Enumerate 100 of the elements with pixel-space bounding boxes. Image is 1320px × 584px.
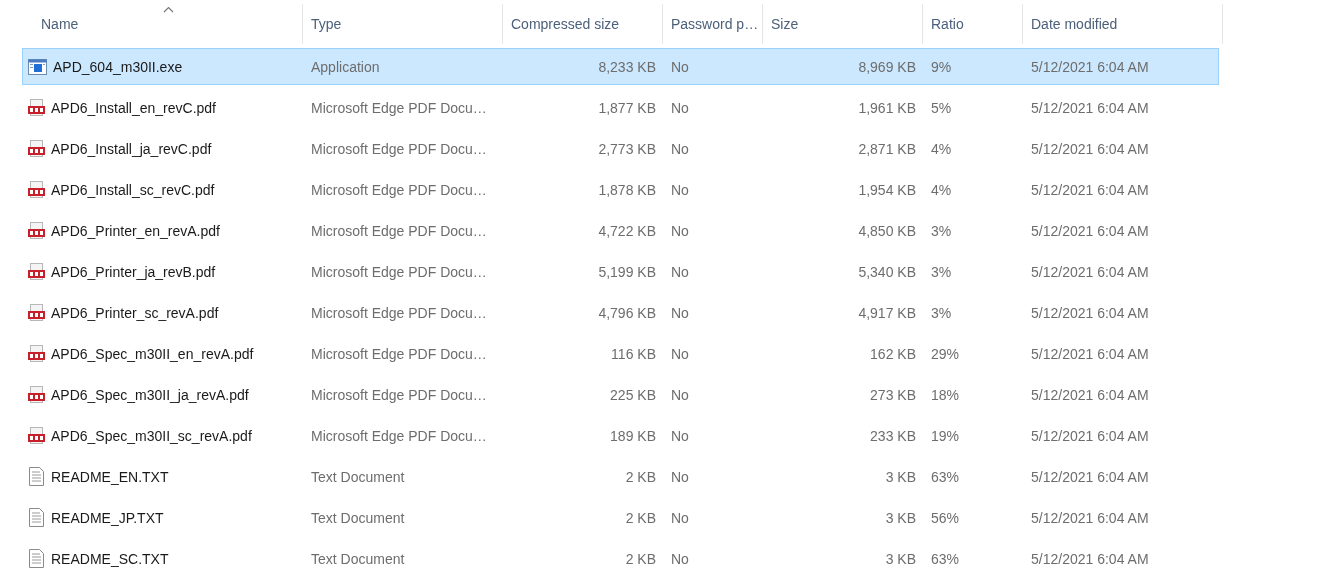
- file-type: Microsoft Edge PDF Docu…: [310, 427, 487, 444]
- file-name: APD6_Spec_m30II_sc_revA.pdf: [51, 427, 252, 444]
- file-type: Microsoft Edge PDF Docu…: [310, 181, 487, 198]
- file-row[interactable]: APD6_Spec_m30II_en_revA.pdf Microsoft Edge PDF Docu… 116 KB No 162 KB 29% 5/12/2021 6:04 AM: [22, 335, 1219, 372]
- file-row[interactable]: APD6_Install_sc_revC.pdf Microsoft Edge PDF Docu… 1,878 KB No 1,954 KB 4% 5/12/2021 6:04 AM: [22, 171, 1219, 208]
- file-name: APD6_Install_ja_revC.pdf: [51, 140, 212, 157]
- file-row[interactable]: README_EN.TXT Text Document 2 KB No 3 KB 63% 5/12/2021 6:04 AM: [22, 458, 1219, 495]
- file-size: 4,917 KB: [858, 304, 917, 321]
- file-row[interactable]: APD_604_m30II.exe Application 8,233 KB No 8,969 KB 9% 5/12/2021 6:04 AM: [22, 48, 1219, 85]
- file-name: APD6_Printer_en_revA.pdf: [51, 222, 220, 239]
- password-protected: No: [670, 58, 689, 75]
- text-file-icon: [28, 508, 45, 527]
- column-header[interactable]: Size: [763, 4, 923, 44]
- file-size: 273 KB: [870, 386, 917, 403]
- text-file-icon: [28, 467, 45, 486]
- file-size: 5,340 KB: [858, 263, 917, 280]
- text-file-icon: [28, 549, 45, 568]
- file-row[interactable]: README_JP.TXT Text Document 2 KB No 3 KB 56% 5/12/2021 6:04 AM: [22, 499, 1219, 536]
- column-header[interactable]: Password p…: [663, 4, 763, 44]
- date-modified: 5/12/2021 6:04 AM: [1030, 222, 1149, 239]
- application-icon: [28, 58, 47, 75]
- password-protected: No: [670, 263, 689, 280]
- file-size: 3 KB: [885, 550, 917, 567]
- file-name: README_EN.TXT: [51, 468, 169, 485]
- file-size: 233 KB: [870, 427, 917, 444]
- password-protected: No: [670, 304, 689, 321]
- compressed-size: 2 KB: [625, 550, 657, 567]
- date-modified: 5/12/2021 6:04 AM: [1030, 468, 1149, 485]
- file-row[interactable]: README_SC.TXT Text Document 2 KB No 3 KB 63% 5/12/2021 6:04 AM: [22, 540, 1219, 577]
- file-row[interactable]: APD6_Spec_m30II_ja_revA.pdf Microsoft Edge PDF Docu… 225 KB No 273 KB 18% 5/12/2021 6:04 AM: [22, 376, 1219, 413]
- date-modified: 5/12/2021 6:04 AM: [1030, 263, 1149, 280]
- file-type: Microsoft Edge PDF Docu…: [310, 386, 487, 403]
- column-header[interactable]: Compressed size: [503, 4, 663, 44]
- compression-ratio: 18%: [930, 386, 960, 403]
- compression-ratio: 3%: [930, 222, 952, 239]
- file-name: APD6_Install_sc_revC.pdf: [51, 181, 215, 198]
- file-type: Microsoft Edge PDF Docu…: [310, 99, 487, 116]
- date-modified: 5/12/2021 6:04 AM: [1030, 140, 1149, 157]
- password-protected: No: [670, 99, 689, 116]
- file-type: Microsoft Edge PDF Docu…: [310, 222, 487, 239]
- column-header[interactable]: Name: [0, 4, 303, 44]
- file-size: 3 KB: [885, 468, 917, 485]
- file-row[interactable]: APD6_Printer_ja_revB.pdf Microsoft Edge PDF Docu… 5,199 KB No 5,340 KB 3% 5/12/2021 6:04 AM: [22, 253, 1219, 290]
- file-type: Microsoft Edge PDF Docu…: [310, 345, 487, 362]
- date-modified: 5/12/2021 6:04 AM: [1030, 58, 1149, 75]
- file-type: Text Document: [310, 509, 405, 526]
- pdf-file-icon: [28, 426, 45, 445]
- column-header[interactable]: Type: [303, 4, 503, 44]
- file-size: 1,961 KB: [858, 99, 917, 116]
- pdf-file-icon: [28, 262, 45, 281]
- file-row[interactable]: APD6_Install_ja_revC.pdf Microsoft Edge PDF Docu… 2,773 KB No 2,871 KB 4% 5/12/2021 6:04 AM: [22, 130, 1219, 167]
- file-name: APD_604_m30II.exe: [53, 58, 183, 75]
- compressed-size: 1,878 KB: [598, 181, 657, 198]
- compression-ratio: 3%: [930, 304, 952, 321]
- password-protected: No: [670, 181, 689, 198]
- compression-ratio: 9%: [930, 58, 952, 75]
- compressed-size: 4,722 KB: [598, 222, 657, 239]
- password-protected: No: [670, 509, 689, 526]
- password-protected: No: [670, 386, 689, 403]
- file-size: 2,871 KB: [858, 140, 917, 157]
- file-size: 8,969 KB: [858, 58, 917, 75]
- file-row[interactable]: APD6_Spec_m30II_sc_revA.pdf Microsoft Edge PDF Docu… 189 KB No 233 KB 19% 5/12/2021 6:04 AM: [22, 417, 1219, 454]
- date-modified: 5/12/2021 6:04 AM: [1030, 550, 1149, 567]
- compression-ratio: 4%: [930, 181, 952, 198]
- file-size: 162 KB: [870, 345, 917, 362]
- column-header[interactable]: Date modified: [1023, 4, 1223, 44]
- compression-ratio: 3%: [930, 263, 952, 280]
- file-row[interactable]: APD6_Install_en_revC.pdf Microsoft Edge PDF Docu… 1,877 KB No 1,961 KB 5% 5/12/2021 6:04 AM: [22, 89, 1219, 126]
- password-protected: No: [670, 468, 689, 485]
- column-header[interactable]: Ratio: [923, 4, 1023, 44]
- compressed-size: 5,199 KB: [598, 263, 657, 280]
- file-type: Text Document: [310, 550, 405, 567]
- pdf-file-icon: [28, 180, 45, 199]
- password-protected: No: [670, 427, 689, 444]
- compressed-size: 1,877 KB: [598, 99, 657, 116]
- file-name: APD6_Spec_m30II_en_revA.pdf: [51, 345, 254, 362]
- file-name: APD6_Spec_m30II_ja_revA.pdf: [51, 386, 249, 403]
- file-name: README_SC.TXT: [51, 550, 169, 567]
- file-row[interactable]: APD6_Printer_en_revA.pdf Microsoft Edge PDF Docu… 4,722 KB No 4,850 KB 3% 5/12/2021 6:04 AM: [22, 212, 1219, 249]
- pdf-file-icon: [28, 139, 45, 158]
- compression-ratio: 19%: [930, 427, 960, 444]
- file-name: APD6_Printer_sc_revA.pdf: [51, 304, 219, 321]
- file-size: 4,850 KB: [858, 222, 917, 239]
- pdf-file-icon: [28, 385, 45, 404]
- compressed-size: 2 KB: [625, 468, 657, 485]
- password-protected: No: [670, 140, 689, 157]
- compression-ratio: 5%: [930, 99, 952, 116]
- pdf-file-icon: [28, 303, 45, 322]
- file-row[interactable]: APD6_Printer_sc_revA.pdf Microsoft Edge PDF Docu… 4,796 KB No 4,917 KB 3% 5/12/2021 6:04 AM: [22, 294, 1219, 331]
- file-name: APD6_Printer_ja_revB.pdf: [51, 263, 216, 280]
- file-size: 3 KB: [885, 509, 917, 526]
- compression-ratio: 4%: [930, 140, 952, 157]
- file-type: Microsoft Edge PDF Docu…: [310, 304, 487, 321]
- compression-ratio: 63%: [930, 468, 960, 485]
- compressed-size: 2 KB: [625, 509, 657, 526]
- compressed-size: 225 KB: [610, 386, 657, 403]
- date-modified: 5/12/2021 6:04 AM: [1030, 427, 1149, 444]
- compression-ratio: 56%: [930, 509, 960, 526]
- file-name: APD6_Install_en_revC.pdf: [51, 99, 216, 116]
- file-size: 1,954 KB: [858, 181, 917, 198]
